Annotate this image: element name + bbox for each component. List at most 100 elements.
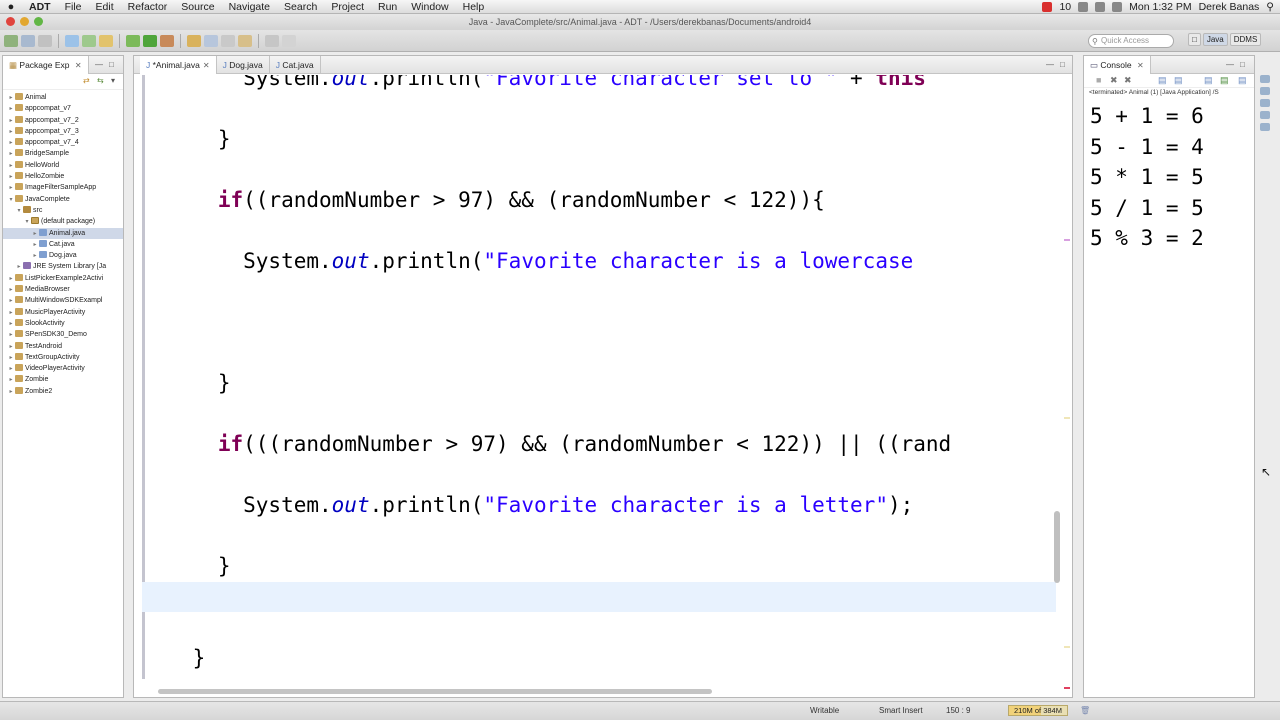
- collapsed-arrow-icon[interactable]: ▸: [31, 240, 39, 250]
- user-name[interactable]: Derek Banas: [1199, 0, 1260, 14]
- problems-icon[interactable]: [1260, 99, 1270, 107]
- tree-item[interactable]: ▸ Zombie2: [3, 386, 123, 397]
- remove-all-icon[interactable]: ✖: [1124, 75, 1132, 86]
- heap-status[interactable]: 210M of 384M: [1008, 705, 1068, 716]
- new-icon[interactable]: [4, 34, 18, 47]
- tree-item[interactable]: ▸ ListPickerExample2Activi: [3, 273, 123, 284]
- word-wrap-icon[interactable]: ▤: [1174, 75, 1183, 86]
- collapsed-arrow-icon[interactable]: ▸: [7, 285, 15, 295]
- code-line[interactable]: if((randomNumber > 97) && (randomNumber …: [142, 185, 1056, 215]
- menu-help[interactable]: Help: [456, 0, 492, 14]
- collapsed-arrow-icon[interactable]: ▸: [7, 104, 15, 114]
- battery-count[interactable]: 10: [1059, 0, 1071, 14]
- overview-ruler[interactable]: [1062, 75, 1072, 689]
- back-icon[interactable]: [265, 34, 279, 47]
- external-tools-icon[interactable]: [160, 34, 174, 47]
- bell-icon[interactable]: [1078, 1, 1089, 12]
- tree-item[interactable]: ▸ appcompat_v7: [3, 103, 123, 114]
- menu-edit[interactable]: Edit: [89, 0, 121, 14]
- cursor-position[interactable]: 150 : 9: [946, 702, 970, 719]
- tree-item[interactable]: ▾ (default package): [3, 216, 123, 227]
- tree-item[interactable]: ▸ Zombie: [3, 374, 123, 385]
- volume-icon[interactable]: [1095, 1, 1106, 12]
- clock[interactable]: Mon 1:32 PM: [1129, 0, 1191, 14]
- tree-item[interactable]: ▸ TextGroupActivity: [3, 352, 123, 363]
- expanded-arrow-icon[interactable]: ▾: [7, 195, 15, 205]
- collapsed-arrow-icon[interactable]: ▸: [7, 364, 15, 374]
- code-area[interactable]: System.out.println("Favorite character s…: [142, 75, 1056, 679]
- tree-item[interactable]: ▾ JavaComplete: [3, 194, 123, 205]
- tree-item[interactable]: ▸ Animal.java: [3, 227, 123, 239]
- remove-launch-icon[interactable]: ✖: [1110, 75, 1118, 86]
- open-perspective-icon[interactable]: □: [1188, 33, 1201, 46]
- terminate-icon[interactable]: ■: [1096, 75, 1101, 85]
- code-line[interactable]: System.out.println("Favorite character s…: [142, 75, 1056, 93]
- save-all-icon[interactable]: [38, 34, 52, 47]
- pin-console-icon[interactable]: ▤: [1204, 75, 1213, 86]
- menu-search[interactable]: Search: [277, 0, 324, 14]
- declaration-icon[interactable]: [1260, 123, 1270, 131]
- code-line[interactable]: if(((randomNumber > 97) && (randomNumber…: [142, 429, 1056, 459]
- open-type-icon[interactable]: [221, 34, 235, 47]
- ruler-marker[interactable]: [1064, 239, 1070, 241]
- task-list-icon[interactable]: [1260, 87, 1270, 95]
- tab-editor-file[interactable]: J Cat.java: [270, 56, 321, 74]
- code-line[interactable]: }: [142, 643, 1056, 673]
- avd-manager-icon[interactable]: [82, 34, 96, 47]
- code-line[interactable]: }: [142, 124, 1056, 154]
- minimize-window-icon[interactable]: [20, 17, 29, 26]
- tree-item[interactable]: ▸ BridgeSample: [3, 148, 123, 159]
- collapsed-arrow-icon[interactable]: ▸: [7, 172, 15, 182]
- perspective-java[interactable]: Java: [1202, 33, 1228, 46]
- collapsed-arrow-icon[interactable]: ▸: [7, 296, 15, 306]
- code-line[interactable]: System.out.println("Favorite character i…: [142, 490, 1056, 520]
- tree-item[interactable]: ▸ MusicPlayerActivity: [3, 307, 123, 318]
- tree-item[interactable]: ▾ src: [3, 205, 123, 216]
- collapsed-arrow-icon[interactable]: ▸: [7, 387, 15, 397]
- save-icon[interactable]: [21, 34, 35, 47]
- menu-navigate[interactable]: Navigate: [222, 0, 277, 14]
- vertical-scrollbar[interactable]: [1054, 511, 1060, 583]
- collapsed-arrow-icon[interactable]: ▸: [7, 330, 15, 340]
- menu-file[interactable]: File: [58, 0, 89, 14]
- outline-icon[interactable]: [1260, 75, 1270, 83]
- collapsed-arrow-icon[interactable]: ▸: [7, 375, 15, 385]
- perspective-ddms[interactable]: DDMS: [1229, 33, 1262, 46]
- close-icon[interactable]: ✕: [203, 61, 210, 70]
- close-icon[interactable]: ✕: [1137, 61, 1144, 70]
- search-icon[interactable]: [238, 34, 252, 47]
- tree-item[interactable]: ▸ HelloWorld: [3, 160, 123, 171]
- tree-item[interactable]: ▸ VideoPlayerActivity: [3, 363, 123, 374]
- spotlight-icon[interactable]: ⚲: [1266, 0, 1274, 14]
- tree-item[interactable]: ▸ appcompat_v7_3: [3, 126, 123, 137]
- maximize-icon[interactable]: □: [1060, 56, 1065, 74]
- open-console-icon[interactable]: ▤: [1238, 75, 1247, 86]
- code-line[interactable]: }: [142, 368, 1056, 398]
- tree-item[interactable]: ▸ Animal: [3, 92, 123, 103]
- collapsed-arrow-icon[interactable]: ▸: [31, 229, 39, 239]
- tree-item[interactable]: ▸ ImageFilterSampleApp: [3, 182, 123, 193]
- collapsed-arrow-icon[interactable]: ▸: [7, 274, 15, 284]
- maximize-icon[interactable]: □: [1240, 56, 1245, 74]
- console-output[interactable]: 5 + 1 = 6 5 - 1 = 4 5 * 1 = 5 5 / 1 = 5 5 % …: [1084, 98, 1254, 254]
- link-editor-icon[interactable]: ⇆: [97, 76, 104, 85]
- minimize-icon[interactable]: —: [95, 56, 103, 74]
- scroll-lock-icon[interactable]: ▤: [1158, 75, 1167, 86]
- expanded-arrow-icon[interactable]: ▾: [15, 206, 23, 216]
- collapsed-arrow-icon[interactable]: ▸: [7, 93, 15, 103]
- menu-window[interactable]: Window: [404, 0, 455, 14]
- view-menu-icon[interactable]: ▾: [111, 76, 115, 85]
- collapsed-arrow-icon[interactable]: ▸: [7, 138, 15, 148]
- collapsed-arrow-icon[interactable]: ▸: [31, 251, 39, 261]
- minimize-icon[interactable]: —: [1226, 56, 1234, 74]
- record-icon[interactable]: [1042, 1, 1053, 12]
- tree-item[interactable]: ▸ MediaBrowser: [3, 284, 123, 295]
- ruler-marker[interactable]: [1064, 417, 1070, 419]
- wifi-icon[interactable]: [1112, 1, 1123, 12]
- collapsed-arrow-icon[interactable]: ▸: [7, 319, 15, 329]
- new-package-icon[interactable]: [187, 34, 201, 47]
- expanded-arrow-icon[interactable]: ▾: [23, 217, 31, 227]
- tab-editor-file[interactable]: J Dog.java: [217, 56, 270, 74]
- minimize-icon[interactable]: —: [1046, 56, 1054, 74]
- tree-item[interactable]: ▸ JRE System Library [Ja: [3, 261, 123, 272]
